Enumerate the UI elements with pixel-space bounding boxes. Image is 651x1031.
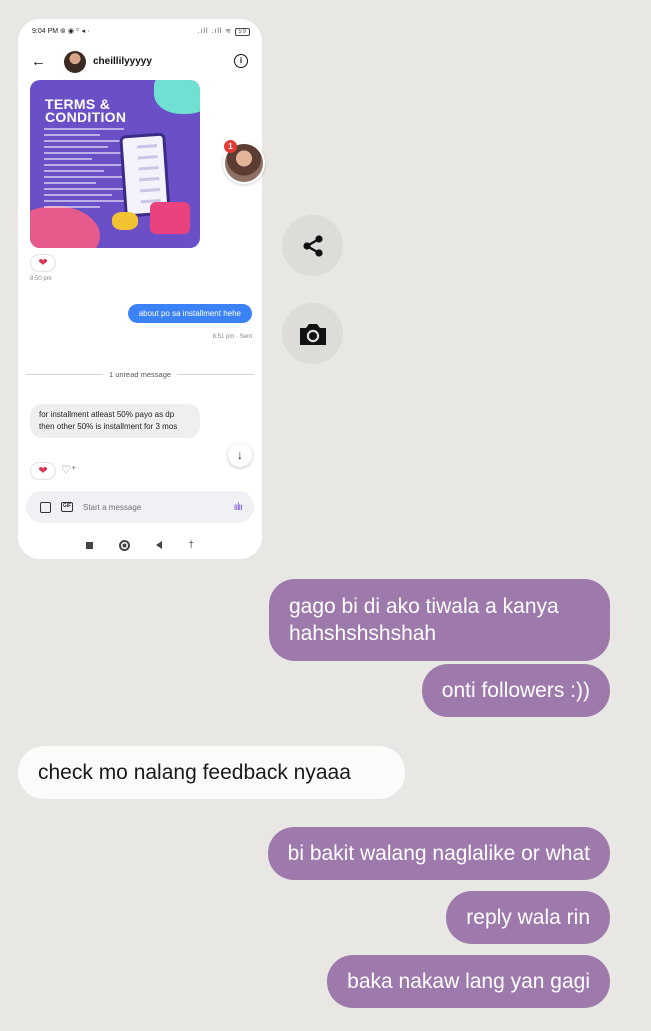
avatar[interactable] — [64, 51, 86, 73]
accessibility-icon[interactable]: † — [188, 540, 194, 551]
battery-icon: 59 — [235, 28, 250, 36]
shared-image-terms-condition[interactable]: TERMS & CONDITION — [30, 80, 200, 248]
arrow-down-icon[interactable]: ↓ — [228, 443, 252, 467]
decorative-shape — [154, 80, 200, 114]
camera-icon — [299, 323, 326, 345]
heart-icon[interactable]: ❤ — [30, 462, 56, 480]
home-icon[interactable] — [119, 539, 131, 551]
wallet-illustration — [150, 202, 190, 234]
message-composer: GIF ıılıı — [26, 491, 254, 523]
share-icon — [302, 234, 323, 257]
message-status: 8:51 pm · Sent — [212, 334, 252, 340]
share-button[interactable] — [282, 215, 343, 276]
chat-bubble-outgoing[interactable]: baka nakaw lang yan gagi — [327, 955, 610, 1008]
signal-icon: .ıll .ıll ≋ — [197, 28, 233, 35]
info-icon[interactable]: i — [234, 54, 248, 68]
chat-bubble-outgoing[interactable]: reply wala rin — [446, 891, 610, 944]
heart-icon[interactable]: ❤ — [30, 254, 56, 272]
poster-title: TERMS & CONDITION — [45, 97, 127, 125]
back-arrow-icon[interactable]: ← — [31, 53, 49, 71]
chat-bubble-outgoing[interactable]: gago bi di ako tiwala a kanya hahshshshs… — [269, 579, 610, 661]
message-input[interactable] — [83, 502, 234, 512]
poster-title-line2: CONDITION — [45, 109, 127, 125]
camera-button[interactable] — [282, 303, 343, 364]
chat-username[interactable]: cheillilyyyyy — [93, 56, 152, 67]
chat-header: ← cheillilyyyyy i — [18, 49, 262, 75]
coins-illustration — [112, 212, 138, 230]
status-time: 9:04 PM — [32, 27, 59, 35]
voice-icon[interactable]: ıılıı — [234, 502, 243, 513]
add-reaction-icon[interactable]: ♡⁺ — [61, 463, 77, 476]
unread-divider: 1 unread message — [26, 368, 254, 380]
status-icons: ⊚ ◉ ꙳ ◂ · — [60, 27, 90, 35]
embedded-phone-screenshot: 9:04 PM ⊚ ◉ ꙳ ◂ · .ıll .ıll ≋ 59 ← cheill… — [18, 19, 262, 559]
notification-badge: 1 — [224, 140, 237, 153]
chat-bubble-outgoing[interactable]: onti followers :)) — [421, 664, 610, 717]
back-icon[interactable] — [156, 541, 163, 549]
unread-label: 1 unread message — [108, 369, 172, 379]
message-timestamp: 8:50 pm — [30, 276, 52, 282]
chat-bubble-outgoing[interactable]: bi bakit walang naglalike or what — [267, 827, 610, 880]
chat-bubble-incoming[interactable]: check mo nalang feedback nyaaa — [18, 746, 405, 799]
android-nav-bar: † — [18, 531, 262, 559]
gif-icon[interactable]: GIF — [61, 502, 73, 512]
outgoing-message[interactable]: about po sa installment hehe — [127, 304, 252, 323]
status-bar: 9:04 PM ⊚ ◉ ꙳ ◂ · .ıll .ıll ≋ 59 — [32, 26, 250, 36]
recents-icon[interactable] — [86, 541, 94, 549]
incoming-message[interactable]: for installment atleast 50% payo as dp t… — [30, 404, 200, 438]
gallery-icon[interactable] — [40, 501, 51, 513]
